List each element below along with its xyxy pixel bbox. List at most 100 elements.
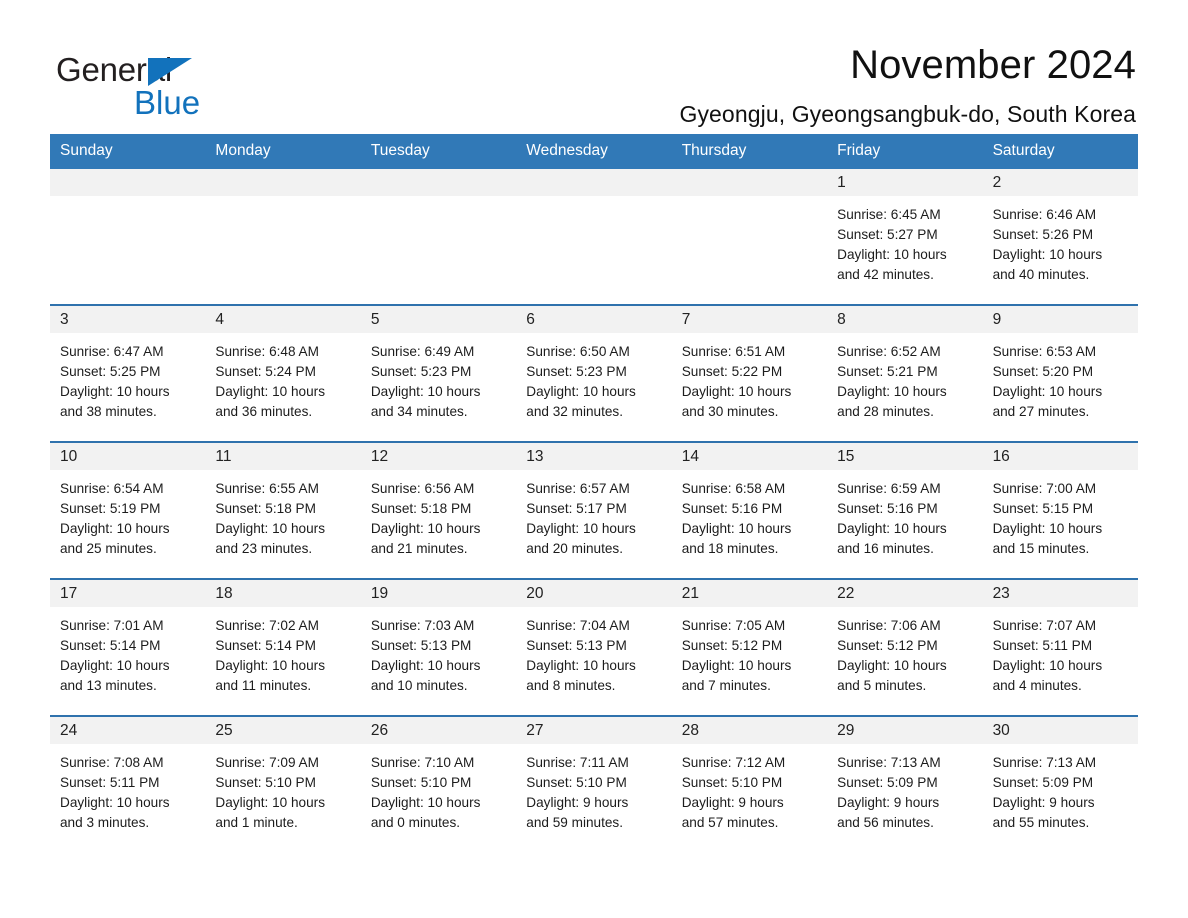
day-number: 23 bbox=[982, 579, 1138, 607]
day-details: Sunrise: 6:57 AM Sunset: 5:17 PM Daylight:… bbox=[516, 470, 671, 559]
calendar-day-cell[interactable]: 7 Sunrise: 6:51 AM Sunset: 5:22 PM Daylight… bbox=[671, 305, 828, 441]
calendar-day-cell[interactable]: 1 Sunrise: 6:45 AM Sunset: 5:27 PM Daylight… bbox=[827, 168, 983, 304]
calendar-day-cell[interactable]: 20 Sunrise: 7:04 AM Sunset: 5:13 PM Dayligh… bbox=[516, 579, 672, 715]
day-details: Sunrise: 7:08 AM Sunset: 5:11 PM Daylight:… bbox=[50, 744, 205, 833]
calendar-week-row: 10 Sunrise: 6:54 AM Sunset: 5:19 PM Dayligh… bbox=[50, 440, 1138, 578]
day-number: 15 bbox=[827, 442, 983, 470]
calendar-day-cell[interactable]: 22 Sunrise: 7:06 AM Sunset: 5:12 PM Dayligh… bbox=[827, 579, 983, 715]
calendar-day-cell[interactable]: 5 Sunrise: 6:49 AM Sunset: 5:23 PM Daylight… bbox=[360, 305, 517, 441]
day-details: Sunrise: 7:04 AM Sunset: 5:13 PM Daylight:… bbox=[516, 607, 671, 696]
day-details: Sunrise: 7:06 AM Sunset: 5:12 PM Daylight:… bbox=[827, 607, 982, 696]
calendar-day-cell[interactable]: 10 Sunrise: 6:54 AM Sunset: 5:19 PM Dayligh… bbox=[50, 442, 206, 578]
daylight-text-line1: Daylight: 10 hours bbox=[681, 383, 792, 399]
calendar-day-cell[interactable]: 23 Sunrise: 7:07 AM Sunset: 5:11 PM Dayligh… bbox=[982, 579, 1138, 715]
daylight-text-line2: and 15 minutes. bbox=[992, 540, 1090, 556]
calendar-day-cell[interactable]: 3 Sunrise: 6:47 AM Sunset: 5:25 PM Daylight… bbox=[50, 305, 206, 441]
daylight-text-line1: Daylight: 10 hours bbox=[215, 657, 325, 673]
sunrise-text: Sunrise: 7:01 AM bbox=[60, 617, 164, 633]
sunrise-text: Sunrise: 7:07 AM bbox=[992, 617, 1097, 633]
logo-word-blue: Blue bbox=[134, 84, 201, 121]
sunset-text: Sunset: 5:23 PM bbox=[526, 363, 627, 379]
calendar-cell-empty bbox=[671, 168, 828, 304]
calendar-day-cell[interactable]: 30 Sunrise: 7:13 AM Sunset: 5:09 PM Dayligh… bbox=[982, 716, 1138, 852]
calendar-day-cell[interactable]: 28 Sunrise: 7:12 AM Sunset: 5:10 PM Dayligh… bbox=[671, 716, 828, 852]
sunset-text: Sunset: 5:13 PM bbox=[526, 637, 627, 653]
daylight-text-line2: and 13 minutes. bbox=[60, 677, 157, 693]
day-number bbox=[671, 168, 828, 196]
sunset-text: Sunset: 5:17 PM bbox=[526, 500, 627, 516]
day-number: 17 bbox=[50, 579, 206, 607]
day-number: 2 bbox=[982, 168, 1138, 196]
calendar-day-cell[interactable]: 9 Sunrise: 6:53 AM Sunset: 5:20 PM Daylight… bbox=[982, 305, 1138, 441]
daylight-text-line2: and 16 minutes. bbox=[837, 540, 934, 556]
daylight-text-line1: Daylight: 10 hours bbox=[215, 520, 325, 536]
sunrise-text: Sunrise: 6:54 AM bbox=[60, 480, 164, 496]
sunset-text: Sunset: 5:25 PM bbox=[60, 363, 161, 379]
day-number bbox=[205, 168, 361, 196]
sunset-text: Sunset: 5:09 PM bbox=[992, 774, 1094, 790]
calendar-day-cell[interactable]: 24 Sunrise: 7:08 AM Sunset: 5:11 PM Dayligh… bbox=[50, 716, 206, 852]
calendar-day-cell[interactable]: 15 Sunrise: 6:59 AM Sunset: 5:16 PM Dayligh… bbox=[827, 442, 983, 578]
calendar-day-cell[interactable]: 29 Sunrise: 7:13 AM Sunset: 5:09 PM Dayligh… bbox=[827, 716, 983, 852]
day-number: 25 bbox=[205, 716, 361, 744]
daylight-text-line1: Daylight: 10 hours bbox=[837, 383, 947, 399]
calendar-day-cell[interactable]: 13 Sunrise: 6:57 AM Sunset: 5:17 PM Dayligh… bbox=[516, 442, 672, 578]
calendar-day-cell[interactable]: 18 Sunrise: 7:02 AM Sunset: 5:14 PM Dayligh… bbox=[205, 579, 361, 715]
daylight-text-line2: and 59 minutes. bbox=[526, 814, 624, 830]
calendar-day-cell[interactable]: 25 Sunrise: 7:09 AM Sunset: 5:10 PM Dayligh… bbox=[205, 716, 361, 852]
calendar-day-cell[interactable]: 2 Sunrise: 6:46 AM Sunset: 5:26 PM Daylight… bbox=[982, 168, 1138, 304]
daylight-text-line2: and 1 minute. bbox=[215, 814, 298, 830]
calendar-cell-empty bbox=[516, 168, 672, 304]
calendar-day-cell[interactable]: 26 Sunrise: 7:10 AM Sunset: 5:10 PM Dayligh… bbox=[360, 716, 517, 852]
day-details: Sunrise: 7:12 AM Sunset: 5:10 PM Daylight:… bbox=[672, 744, 827, 833]
sunrise-text: Sunrise: 7:08 AM bbox=[60, 754, 164, 770]
daylight-text-line1: Daylight: 10 hours bbox=[837, 246, 947, 262]
calendar-day-cell[interactable]: 6 Sunrise: 6:50 AM Sunset: 5:23 PM Daylight… bbox=[516, 305, 672, 441]
day-number: 22 bbox=[827, 579, 983, 607]
generalblue-logo[interactable]: General Blue bbox=[56, 44, 256, 121]
weekday-header-row: Sunday Monday Tuesday Wednesday Thursday… bbox=[50, 134, 1138, 169]
calendar-day-cell[interactable]: 14 Sunrise: 6:58 AM Sunset: 5:16 PM Dayligh… bbox=[671, 442, 828, 578]
sunrise-text: Sunrise: 6:46 AM bbox=[992, 206, 1097, 222]
calendar-day-cell[interactable]: 11 Sunrise: 6:55 AM Sunset: 5:18 PM Dayligh… bbox=[205, 442, 361, 578]
day-details: Sunrise: 7:09 AM Sunset: 5:10 PM Daylight:… bbox=[205, 744, 360, 833]
sunset-text: Sunset: 5:13 PM bbox=[370, 637, 472, 653]
daylight-text-line1: Daylight: 10 hours bbox=[215, 383, 325, 399]
day-details: Sunrise: 7:07 AM Sunset: 5:11 PM Daylight:… bbox=[983, 607, 1138, 696]
daylight-text-line1: Daylight: 9 hours bbox=[837, 794, 940, 810]
daylight-text-line2: and 8 minutes. bbox=[526, 677, 616, 693]
day-details: Sunrise: 6:56 AM Sunset: 5:18 PM Daylight:… bbox=[361, 470, 516, 559]
calendar-day-cell[interactable]: 16 Sunrise: 7:00 AM Sunset: 5:15 PM Dayligh… bbox=[982, 442, 1138, 578]
calendar-day-cell[interactable]: 19 Sunrise: 7:03 AM Sunset: 5:13 PM Dayligh… bbox=[360, 579, 517, 715]
day-details: Sunrise: 6:48 AM Sunset: 5:24 PM Daylight:… bbox=[205, 333, 360, 422]
calendar-day-cell[interactable]: 21 Sunrise: 7:05 AM Sunset: 5:12 PM Dayligh… bbox=[671, 579, 828, 715]
daylight-text-line2: and 3 minutes. bbox=[60, 814, 150, 830]
calendar-day-cell[interactable]: 12 Sunrise: 6:56 AM Sunset: 5:18 PM Dayligh… bbox=[360, 442, 517, 578]
calendar-day-cell[interactable]: 8 Sunrise: 6:52 AM Sunset: 5:21 PM Daylight… bbox=[827, 305, 983, 441]
daylight-text-line2: and 55 minutes. bbox=[992, 814, 1090, 830]
daylight-text-line1: Daylight: 10 hours bbox=[837, 657, 947, 673]
daylight-text-line2: and 32 minutes. bbox=[526, 403, 624, 419]
sunset-text: Sunset: 5:14 PM bbox=[215, 637, 316, 653]
day-details: Sunrise: 7:00 AM Sunset: 5:15 PM Daylight:… bbox=[983, 470, 1138, 559]
daylight-text-line2: and 18 minutes. bbox=[681, 540, 779, 556]
calendar-day-cell[interactable]: 27 Sunrise: 7:11 AM Sunset: 5:10 PM Dayligh… bbox=[516, 716, 672, 852]
calendar-day-cell[interactable]: 4 Sunrise: 6:48 AM Sunset: 5:24 PM Daylight… bbox=[205, 305, 361, 441]
daylight-text-line1: Daylight: 10 hours bbox=[370, 383, 481, 399]
daylight-text-line2: and 36 minutes. bbox=[215, 403, 313, 419]
day-details: Sunrise: 7:01 AM Sunset: 5:14 PM Daylight:… bbox=[50, 607, 205, 696]
calendar-day-cell[interactable]: 17 Sunrise: 7:01 AM Sunset: 5:14 PM Dayligh… bbox=[50, 579, 206, 715]
daylight-text-line2: and 40 minutes. bbox=[992, 266, 1090, 282]
day-details: Sunrise: 6:45 AM Sunset: 5:27 PM Daylight:… bbox=[827, 196, 982, 285]
weekday-header-tuesday: Tuesday bbox=[370, 142, 430, 159]
daylight-text-line1: Daylight: 10 hours bbox=[992, 383, 1103, 399]
day-number: 12 bbox=[360, 442, 517, 470]
sunrise-text: Sunrise: 6:48 AM bbox=[215, 343, 319, 359]
calendar-page: General Blue November 2024 Gyeongju, Gye… bbox=[0, 0, 1188, 918]
day-details: Sunrise: 6:52 AM Sunset: 5:21 PM Daylight:… bbox=[827, 333, 982, 422]
day-details: Sunrise: 6:50 AM Sunset: 5:23 PM Daylight:… bbox=[516, 333, 671, 422]
sunrise-text: Sunrise: 7:02 AM bbox=[215, 617, 319, 633]
title-block: November 2024 Gyeongju, Gyeongsangbuk-do… bbox=[256, 44, 1136, 127]
day-details: Sunrise: 7:05 AM Sunset: 5:12 PM Daylight:… bbox=[672, 607, 827, 696]
day-number: 18 bbox=[205, 579, 361, 607]
